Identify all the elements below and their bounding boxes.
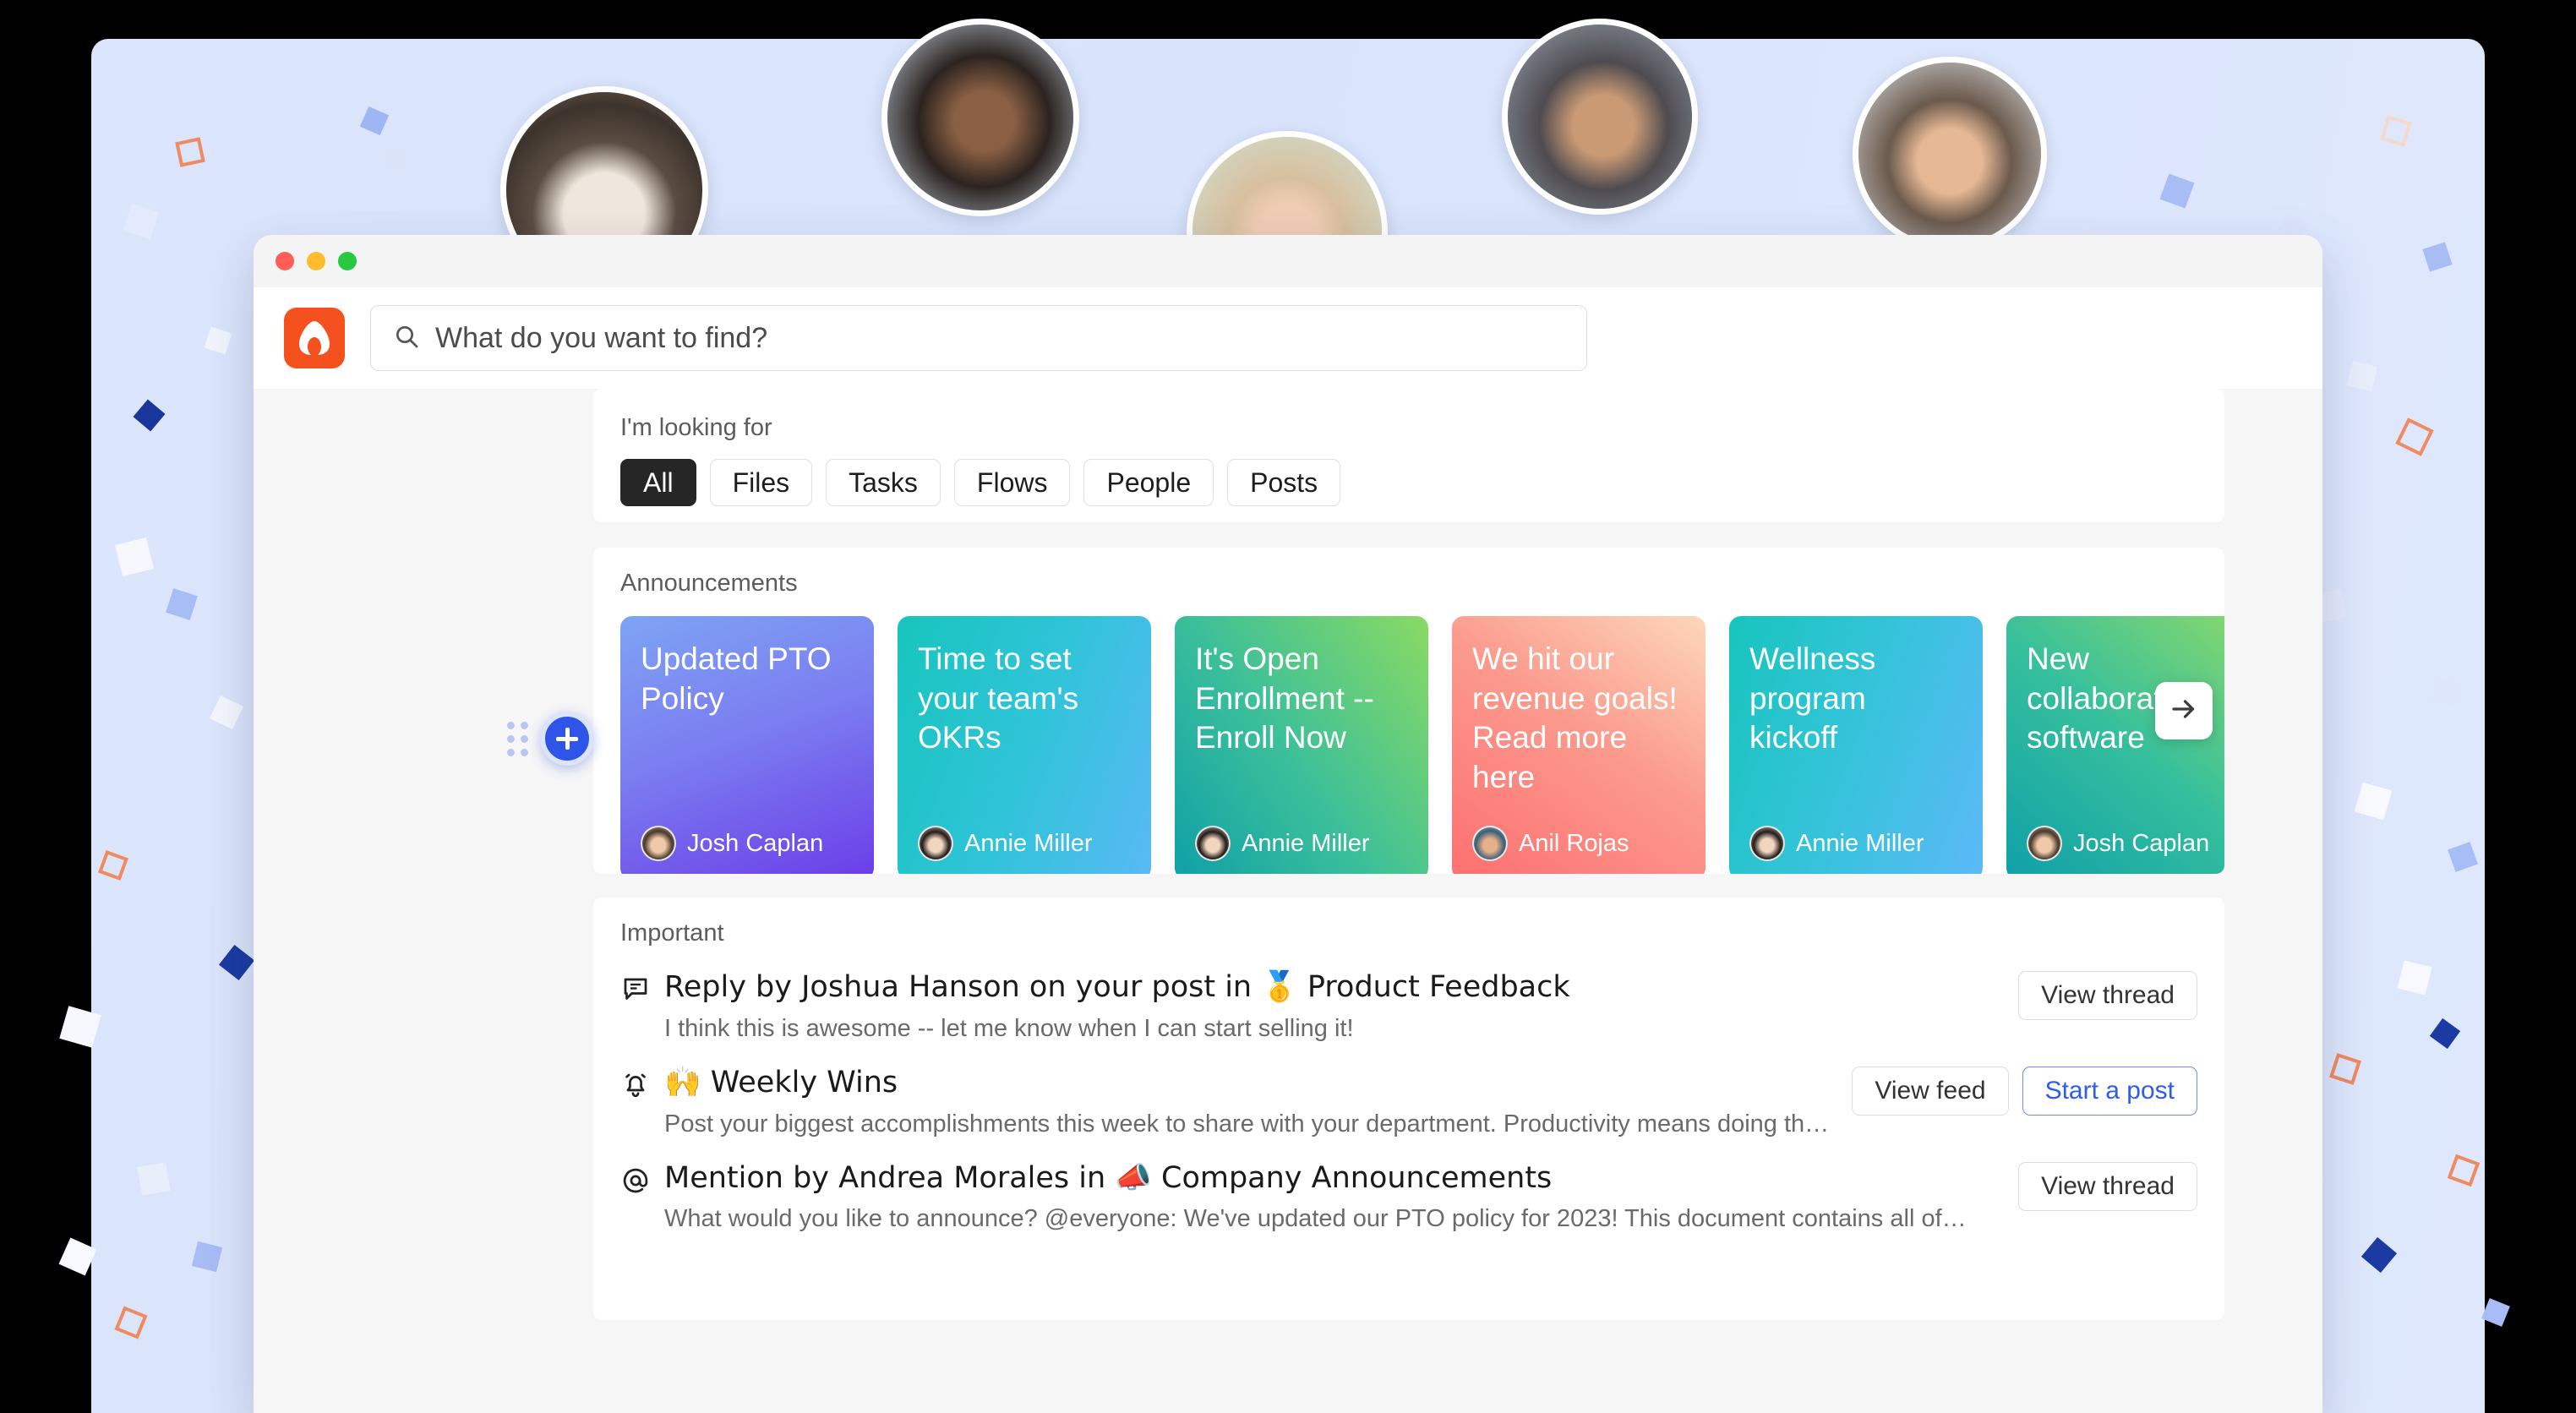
filter-pill-group: All Files Tasks Flows People Posts [620,459,2197,506]
important-item-subtitle: What would you like to announce? @everyo… [664,1205,1967,1233]
important-list-item[interactable]: Mention by Andrea Morales in 📣 Company A… [620,1138,2197,1234]
search-bar[interactable]: What do you want to find? [370,305,1587,371]
announcement-card[interactable]: New collaboration software Josh Caplan [2006,616,2224,874]
close-window-button[interactable] [276,252,294,270]
announcement-author-name: Annie Miller [1796,829,1924,857]
view-feed-button[interactable]: View feed [1852,1066,2009,1116]
carousel-next-button[interactable] [2155,682,2213,739]
important-list: Reply by Joshua Hanson on your post in 🥇… [620,947,2197,1233]
announcement-author: Annie Miller [1749,826,1962,861]
announcement-author-name: Annie Miller [1242,829,1370,857]
avatar [918,826,953,861]
confetti-square [175,137,205,167]
important-item-actions: View thread [2018,969,2197,1020]
announcement-author-name: Josh Caplan [687,829,824,857]
confetti-square [137,1162,171,1196]
announcement-author-name: Anil Rojas [1519,829,1629,857]
announcement-author-name: Josh Caplan [2073,829,2210,857]
avatar [1195,826,1231,861]
looking-for-label: I'm looking for [620,414,772,441]
avatar-photo [1858,63,2041,245]
announcement-title: Time to set your team's OKRs [918,641,1079,756]
view-thread-button[interactable]: View thread [2018,1161,2197,1211]
avatar [641,826,676,861]
important-item-text: Reply by Joshua Hanson on your post in 🥇… [664,969,2018,1043]
plus-icon [554,726,580,751]
announcement-author-name: Annie Miller [964,829,1093,857]
avatar [2027,826,2062,861]
announcement-card[interactable]: Updated PTO Policy Josh Caplan [620,616,874,874]
important-item-subtitle: Post your biggest accomplishments this w… [664,1110,1836,1137]
filter-pill-flows[interactable]: Flows [953,459,1071,506]
maximize-window-button[interactable] [338,252,357,270]
woman-braids-avatar [881,19,1079,216]
important-list-item[interactable]: 🙌 Weekly Wins Post your biggest accomplis… [620,1043,2197,1138]
screenshot-root: What do you want to find? I'm looking fo… [0,0,2576,1413]
important-list-item[interactable]: Reply by Joshua Hanson on your post in 🥇… [620,947,2197,1043]
comment-icon [620,969,664,1009]
important-item-text: Mention by Andrea Morales in 📣 Company A… [664,1160,2018,1234]
search-input-placeholder[interactable]: What do you want to find? [435,322,767,355]
announcements-carousel: Updated PTO Policy Josh Caplan Time to set… [620,616,2224,874]
bell-icon [620,1065,664,1105]
floating-action-area [507,712,594,766]
arrow-right-icon [2169,694,2199,728]
view-thread-button[interactable]: View thread [2018,971,2197,1020]
filter-pill-files[interactable]: Files [709,459,813,506]
announcement-card[interactable]: It's Open Enrollment -- Enroll Now Annie … [1175,616,1428,874]
important-item-actions: View feed Start a post [1852,1065,2197,1116]
avatar-photo [887,25,1073,210]
announcement-title: Wellness program kickoff [1749,641,1876,756]
important-label: Important [620,919,724,947]
filter-pill-people[interactable]: People [1083,459,1214,506]
filter-pill-tasks[interactable]: Tasks [826,459,941,506]
avatar-photo [1508,25,1692,209]
announcement-title: We hit our revenue goals! Read more here [1472,641,1678,794]
add-button[interactable] [540,712,594,766]
important-item-subtitle: I think this is awesome -- let me know w… [664,1014,1354,1042]
start-a-post-button[interactable]: Start a post [2022,1066,2197,1116]
important-item-title: 🙌 Weekly Wins [664,1065,898,1099]
assembly-logo-icon[interactable] [284,308,345,368]
important-panel: Important Reply by Joshua Hanson on your… [593,897,2224,1320]
announcement-card[interactable]: Time to set your team's OKRs Annie Miller [898,616,1151,874]
important-item-actions: View thread [2018,1160,2197,1211]
app-body: I'm looking for All Files Tasks Flows People… [254,389,2322,1413]
man-headset-waving-avatar [1502,19,1698,215]
avatar [1472,826,1508,861]
mention-icon [620,1160,664,1200]
important-item-title: Reply by Joshua Hanson on your post in 🥇… [664,970,1570,1004]
search-icon [393,323,420,354]
announcement-author: Annie Miller [1195,826,1408,861]
announcement-author: Anil Rojas [1472,826,1685,861]
app-header: What do you want to find? [254,287,2322,389]
drag-dots-icon[interactable] [507,721,528,756]
minimize-window-button[interactable] [307,252,325,270]
announcements-label: Announcements [620,570,798,597]
important-item-text: 🙌 Weekly Wins Post your biggest accomplis… [664,1065,1852,1138]
confetti-square [2481,1298,2510,1327]
filter-pill-all[interactable]: All [620,459,696,506]
announcement-author: Josh Caplan [2027,826,2224,861]
avatar [1749,826,1785,861]
man-headset-avatar [1853,57,2047,251]
app-window: What do you want to find? I'm looking fo… [254,235,2322,1413]
announcement-title: It's Open Enrollment -- Enroll Now [1195,641,1374,756]
announcement-card[interactable]: Wellness program kickoff Annie Miller [1729,616,1983,874]
announcement-author: Josh Caplan [641,826,854,861]
announcement-card[interactable]: We hit our revenue goals! Read more here… [1452,616,1706,874]
announcement-title: Updated PTO Policy [641,641,832,716]
window-titlebar [254,235,2322,287]
important-item-title: Mention by Andrea Morales in 📣 Company A… [664,1160,1553,1195]
announcements-panel: Announcements Updated PTO Policy Josh Cap… [593,548,2224,874]
filter-pill-posts[interactable]: Posts [1227,459,1341,506]
looking-for-panel: I'm looking for All Files Tasks Flows People… [593,389,2224,522]
announcement-author: Annie Miller [918,826,1131,861]
